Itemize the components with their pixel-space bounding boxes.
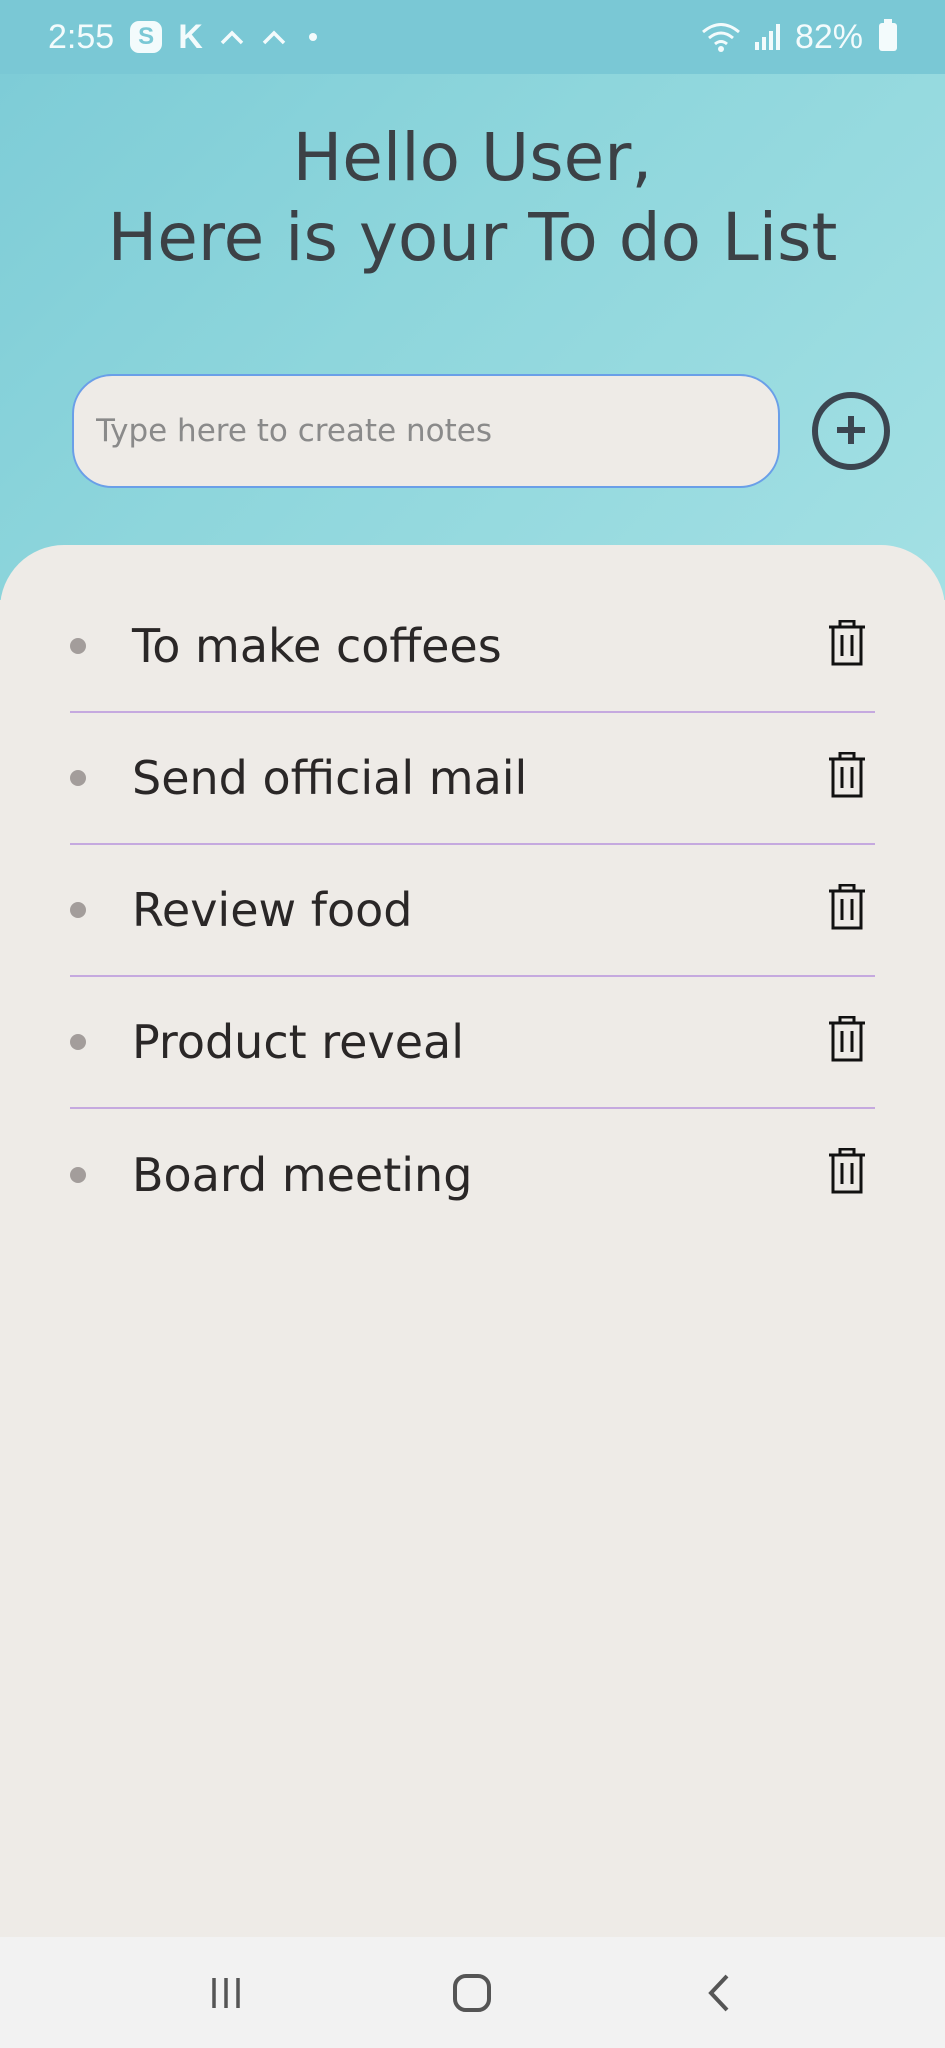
skype-icon: S	[130, 21, 163, 53]
bullet-icon	[70, 770, 86, 786]
battery-icon	[879, 19, 897, 51]
back-button[interactable]	[680, 1965, 760, 2021]
recents-button[interactable]	[186, 1965, 266, 2021]
signal-icon	[753, 22, 783, 52]
plus-circle-icon	[831, 410, 871, 453]
delete-button[interactable]	[821, 615, 873, 671]
todo-item: Board meeting	[70, 1109, 875, 1241]
trash-icon	[829, 884, 865, 930]
todo-panel: To make coffees Send official mail Revie…	[0, 545, 945, 1937]
todo-item: Send official mail	[70, 713, 875, 845]
greeting-text: Hello User,	[292, 119, 653, 196]
status-time: 2:55	[48, 17, 115, 56]
todo-text: Send official mail	[132, 751, 528, 805]
bullet-icon	[70, 1167, 86, 1183]
bullet-icon	[70, 638, 86, 654]
bullet-icon	[70, 1034, 86, 1050]
caret-up-icon	[261, 28, 287, 46]
delete-button[interactable]	[821, 1011, 873, 1067]
k-icon: K	[178, 17, 203, 56]
note-input[interactable]	[72, 374, 780, 488]
todo-text: Product reveal	[132, 1015, 464, 1069]
todo-list: To make coffees Send official mail Revie…	[0, 581, 945, 1241]
todo-text: Board meeting	[132, 1148, 473, 1202]
todo-item: Product reveal	[70, 977, 875, 1109]
todo-item: To make coffees	[70, 581, 875, 713]
header-background	[0, 0, 945, 600]
delete-button[interactable]	[821, 747, 873, 803]
home-button[interactable]	[432, 1965, 512, 2021]
trash-icon	[829, 1016, 865, 1062]
todo-text: Review food	[132, 883, 413, 937]
navigation-bar	[0, 1937, 945, 2048]
page-title: Hello User, Here is your To do List	[0, 118, 945, 278]
todo-item: Review food	[70, 845, 875, 977]
delete-button[interactable]	[821, 879, 873, 935]
back-icon	[708, 1974, 729, 2012]
home-icon	[453, 1974, 491, 2012]
todo-text: To make coffees	[132, 619, 502, 673]
status-bar: 2:55 S K 82%	[0, 0, 945, 74]
recents-icon	[212, 1978, 240, 2008]
trash-icon	[829, 1148, 865, 1194]
add-note-button[interactable]	[812, 392, 890, 470]
caret-up-icon	[219, 28, 245, 46]
trash-icon	[829, 752, 865, 798]
battery-percent: 82%	[794, 17, 863, 56]
trash-icon	[829, 620, 865, 666]
dot-icon	[308, 33, 317, 41]
bullet-icon	[70, 902, 86, 918]
wifi-icon	[701, 21, 741, 53]
delete-button[interactable]	[821, 1143, 873, 1199]
subtitle-text: Here is your To do List	[107, 199, 838, 276]
